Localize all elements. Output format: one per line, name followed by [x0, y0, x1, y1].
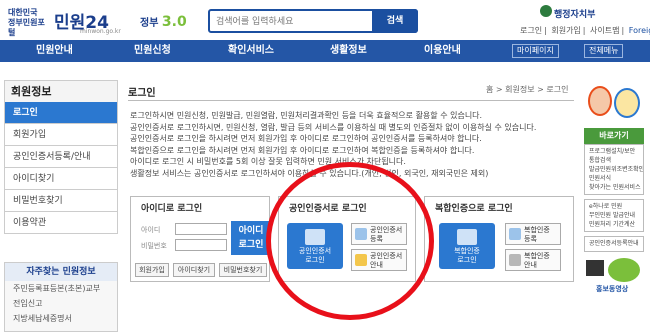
find-pw-button[interactable]: 비밀번호찾기	[219, 263, 267, 277]
complex-register-button[interactable]: 복합인증 등록	[505, 223, 561, 245]
right-quick-panel: 바로가기 프로그램설치/보안 통합검색 발급민원위조변조확인 민원서식 찾아가는…	[584, 84, 644, 294]
page-title: 로그인	[128, 88, 156, 99]
cert-register-guide-link[interactable]: 공인인증서등록안내	[584, 236, 644, 252]
sidebar: 회원정보 로그인 회원가입 공인인증서등록/안내 아이디찾기 비밀번호찾기 이용…	[4, 80, 118, 234]
sidebar-item-join[interactable]: 회원가입	[4, 124, 118, 146]
nav-item-guide[interactable]: 민원안내	[36, 40, 73, 62]
sidebar-item-find-id[interactable]: 아이디찾기	[4, 168, 118, 190]
top-links: 로그인| 회원가입| 사이트맵| Foreigner	[518, 25, 650, 36]
minwon24-logo[interactable]: 대한민국 정부민원포털 민원24 minwon.go.kr	[8, 6, 128, 37]
complex-register-icon	[509, 228, 521, 240]
global-nav: 민원안내 민원신청 확인서비스 생활정보 이용안내 마이페이지 전체메뉴	[0, 40, 650, 62]
quick-list-2: e하나로 민원 무인민원 발급안내 민원처리 기간계산	[584, 199, 644, 232]
title-divider	[128, 100, 574, 101]
ministry-emblem-icon	[540, 5, 552, 17]
notice-item: 공인인증서로 로그인하시면, 민원신청, 열람, 발급 등의 서비스를 이용하실…	[130, 122, 537, 132]
gov30-logo: 정부 3.0	[140, 14, 187, 30]
notice-item: 공인인증서로 로그인을 하시려면 먼저 회원가입 후 아이디로 로그인하여 공인…	[130, 134, 482, 143]
quick-item[interactable]: 민원처리 기간계산	[585, 220, 643, 229]
search-input[interactable]	[216, 14, 366, 29]
allmenu-button[interactable]: 전체메뉴	[584, 44, 624, 58]
quick-list: 프로그램설치/보안 통합검색 발급민원위조변조확인 민원서식 찾아가는 민원서비…	[584, 144, 644, 195]
sidebar-title: 회원정보	[4, 80, 118, 102]
link-login[interactable]: 로그인	[520, 26, 542, 35]
id-login-title: 아이디로 로그인	[141, 204, 203, 214]
quick-item[interactable]: 찾아가는 민원서비스	[585, 183, 643, 192]
breadcrumb: 홈 > 회원정보 > 로그인	[486, 85, 569, 94]
top-header: 대한민국 정부민원포털 민원24 minwon.go.kr 정부 3.0 검색 …	[0, 0, 650, 40]
ministry-name: 행정자치부	[554, 10, 596, 20]
nav-item-life[interactable]: 생활정보	[330, 40, 367, 62]
join-button[interactable]: 회원가입	[135, 263, 169, 277]
quick-item[interactable]: 발급민원위조변조확인	[585, 165, 643, 174]
id-login-button[interactable]: 아이디 로그인	[231, 221, 271, 255]
sidebar-item-cert[interactable]: 공인인증서등록/안내	[4, 146, 118, 168]
pw-label: 비밀번호	[141, 242, 167, 250]
quick-item[interactable]: 프로그램설치/보안	[585, 147, 643, 156]
mascot-dino-icon	[608, 258, 640, 282]
complex-guide-label: 복합인증 안내	[524, 252, 550, 269]
link-foreigner[interactable]: Foreigner	[629, 26, 650, 35]
faq-item[interactable]: 지방세납세증명서	[5, 311, 117, 326]
gov30-version: 3.0	[161, 14, 187, 30]
nav-item-verify[interactable]: 확인서비스	[228, 40, 274, 62]
search-button[interactable]: 검색	[372, 9, 418, 33]
find-id-button[interactable]: 아이디찾기	[173, 263, 215, 277]
nav-item-apply[interactable]: 민원신청	[134, 40, 171, 62]
logo-small-text: 대한민국 정부민원포털	[8, 8, 45, 37]
id-login-panel: 아이디로 로그인 아이디 비밀번호 아이디 로그인 회원가입 아이디찾기 비밀번…	[130, 196, 271, 282]
faq-item[interactable]: 전입신고	[5, 296, 117, 311]
mascot-face-icon	[588, 86, 612, 116]
highlight-circle	[266, 162, 434, 320]
password-field[interactable]	[175, 239, 227, 251]
search-box: 검색	[208, 9, 418, 33]
logo-sub-text: minwon.go.kr	[80, 28, 121, 35]
mascot-face-icon	[614, 88, 640, 118]
faq-box: 자주찾는 민원정보 주민등록표등본(초본)교부 전입신고 지방세납세증명서	[4, 262, 118, 332]
complex-login-button[interactable]: 복합인증 로그인	[439, 223, 495, 269]
mascot-image	[584, 84, 644, 128]
notice-item: 로그인하시면 민원신청, 민원발급, 민원열람, 민원처리결과확인 등을 더욱 …	[130, 111, 483, 120]
quick-item[interactable]: 무인민원 발급안내	[585, 211, 643, 220]
link-sitemap[interactable]: 사이트맵	[590, 26, 619, 35]
id-field[interactable]	[175, 223, 227, 235]
nav-item-usage[interactable]: 이용안내	[424, 40, 461, 62]
id-label: 아이디	[141, 226, 161, 234]
quick-item[interactable]: 민원서식	[585, 174, 643, 183]
sidebar-item-login[interactable]: 로그인	[4, 102, 118, 124]
quick-item[interactable]: 통합검색	[585, 156, 643, 165]
gov30-label: 정부	[140, 18, 159, 29]
complex-guide-icon	[509, 254, 521, 266]
sidebar-item-terms[interactable]: 이용약관	[4, 212, 118, 234]
promo-label: 홍보동영상	[596, 285, 629, 293]
monitor-icon	[457, 229, 477, 245]
promo-video[interactable]: 홍보동영상	[584, 258, 644, 294]
faq-item[interactable]: 주민등록표등본(초본)교부	[5, 281, 117, 296]
clapperboard-icon	[586, 260, 604, 276]
mypage-button[interactable]: 마이페이지	[512, 44, 559, 58]
link-join[interactable]: 회원가입	[551, 26, 580, 35]
quick-title: 바로가기	[584, 128, 644, 144]
complex-guide-button[interactable]: 복합인증 안내	[505, 249, 561, 271]
complex-login-panel: 복합인증으로 로그인 복합인증 로그인 복합인증 등록 복합인증 안내	[424, 196, 574, 282]
sidebar-item-find-pw[interactable]: 비밀번호찾기	[4, 190, 118, 212]
quick-item[interactable]: e하나로 민원	[585, 202, 643, 211]
complex-login-label: 복합인증 로그인	[454, 247, 480, 264]
complex-login-title: 복합인증으로 로그인	[435, 204, 513, 214]
complex-register-label: 복합인증 등록	[524, 226, 550, 243]
notice-item: 복합인증으로 로그인을 하시려면 먼저 회원가입 후 아이디로 로그인하여 복합…	[130, 145, 475, 155]
faq-title: 자주찾는 민원정보	[5, 263, 117, 281]
